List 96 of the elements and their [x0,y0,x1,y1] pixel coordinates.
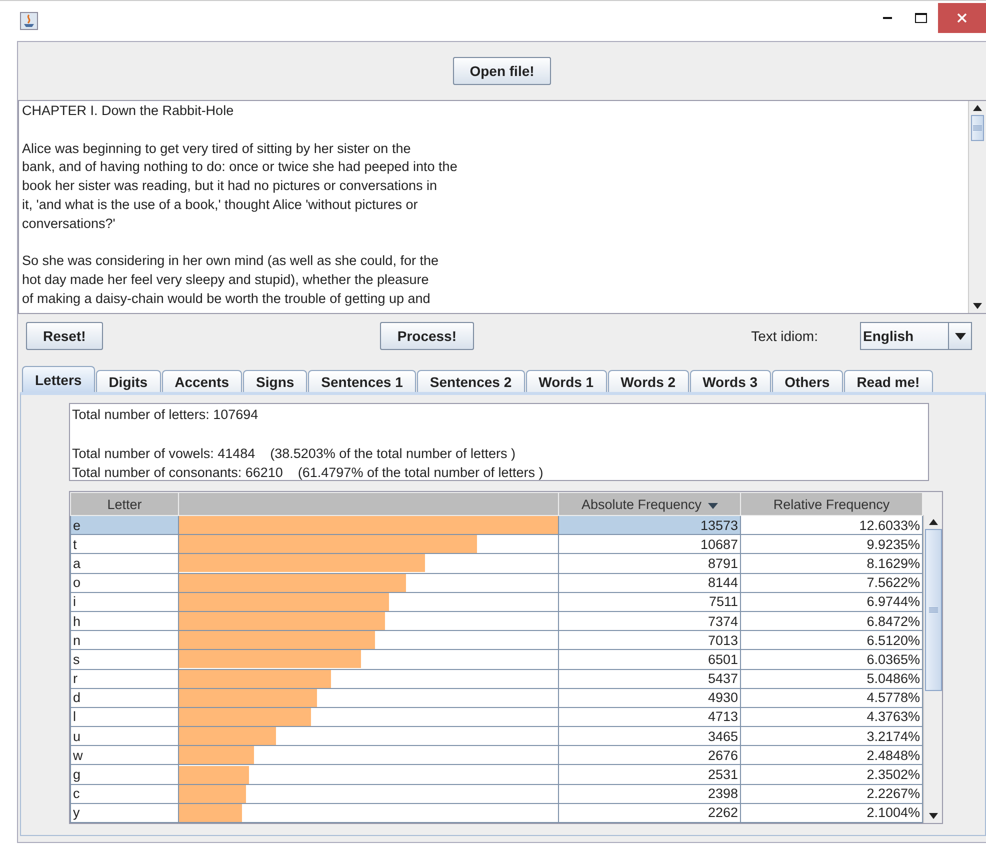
minimize-icon[interactable] [882,17,892,19]
relative-cell: 6.0365% [740,650,922,669]
relative-cell: 6.9744% [740,592,922,612]
relative-cell: 3.2174% [740,726,922,746]
letter-cell: d [70,688,178,708]
letter-cell: i [70,592,178,612]
letter-cell: e [70,516,178,535]
text-line: bank, and of having nothing to do: once or twice she had peeped into the [22,158,458,176]
letter-cell: u [70,726,178,746]
letter-cell: g [70,764,178,784]
absolute-cell: 4930 [558,688,740,708]
tab[interactable]: Digits [96,370,161,392]
close-icon[interactable] [957,13,967,23]
tab[interactable]: Read me! [844,370,933,392]
summary-line: Total number of consonants: 66210 (61.4797% of the total number of letters ) [72,464,544,482]
open-file-button[interactable]: Open file! [452,57,552,85]
absolute-cell: 2398 [558,784,740,804]
letter-cell: c [70,784,178,804]
tab[interactable]: Words 2 [608,370,689,392]
absolute-cell: 2676 [558,746,740,765]
text-line: hot day made her feel very sleepy and stupid), whether the pleasure [22,271,430,290]
relative-cell: 2.4848% [740,746,922,765]
absolute-cell: 13573 [558,516,740,535]
letter-cell: t [70,534,178,554]
caret-icon [954,332,966,340]
tab[interactable]: Signs [243,370,308,392]
letter-cell: r [70,669,178,688]
absolute-cell: 7511 [558,592,740,612]
column-header[interactable]: Letter [70,492,178,516]
letter-cell: l [70,707,178,727]
absolute-cell: 5437 [558,669,740,688]
column-header[interactable]: Relative Frequency [740,492,922,516]
letter-cell: o [70,573,178,592]
text-line: book her sister was reading, but it had no pictures or conversations in [22,177,438,196]
tab[interactable]: Sentences 2 [416,370,525,392]
relative-cell: 5.0486% [740,669,922,688]
column-header[interactable]: Absolute Frequency [558,492,740,516]
absolute-cell: 8144 [558,573,740,592]
letter-cell: n [70,630,178,650]
relative-cell: 4.5778% [740,688,922,708]
relative-cell: 6.5120% [740,630,922,650]
relative-cell: 2.1004% [740,803,922,822]
reset-button[interactable]: Reset! [26,322,103,350]
letter-cell: a [70,554,178,574]
absolute-cell: 4713 [558,707,740,727]
text-line: it, 'and what is the use of a book,' thought Alice 'without pictures or [22,196,419,214]
tab[interactable]: Words 3 [690,370,771,392]
tab[interactable]: Letters [22,366,95,392]
tab[interactable]: Sentences 1 [308,370,416,392]
header-corner [923,492,942,515]
letter-cell: s [70,650,178,669]
idiom-label: Text idiom: [751,328,818,344]
tab[interactable]: Others [772,370,843,392]
absolute-cell: 2531 [558,764,740,784]
absolute-cell: 2262 [558,803,740,822]
scroll-down-icon[interactable] [928,813,938,819]
scroll-down-icon[interactable] [973,303,982,309]
scroll-up-icon[interactable] [928,519,938,525]
absolute-cell: 8791 [558,554,740,574]
relative-cell: 8.1629% [740,554,922,574]
letter-cell: y [70,803,178,822]
absolute-cell: 7013 [558,630,740,650]
scrollbar[interactable] [968,101,986,313]
sort-descending-icon [708,502,718,508]
letter-cell: w [70,746,178,765]
absolute-cell: 10687 [558,534,740,554]
relative-cell: 9.9235% [740,534,922,554]
idiom-dropdown[interactable]: English [860,322,972,350]
text-area[interactable] [18,100,986,314]
app-icon[interactable] [20,12,38,30]
text-line: of making a daisy-chain would be worth the trouble of getting up and [22,290,432,308]
tab[interactable]: Words 1 [526,370,607,392]
text-line: CHAPTER I. Down the Rabbit-Hole [22,102,235,120]
scrollbar[interactable] [923,515,942,823]
letter-cell: h [70,611,178,631]
relative-cell: 2.2267% [740,784,922,804]
summary-line: Total number of vowels: 41484 (38.5203% of the total number of letters ) [72,444,516,463]
text-line: conversations?' [22,214,116,233]
absolute-cell: 7374 [558,611,740,631]
text-line: So she was considering in her own mind (as well as she could, for the [22,252,440,270]
maximize-icon[interactable] [915,13,927,23]
summary-line: Total number of letters: 107694 [72,406,260,424]
text-line: Alice was beginning to get very tired of sitting by her sister on the [22,140,412,158]
process-button[interactable]: Process! [380,322,474,350]
relative-cell: 2.3502% [740,764,922,784]
close-button[interactable] [938,3,986,33]
relative-cell: 6.8472% [740,611,922,631]
scroll-thumb[interactable] [924,529,942,691]
tab[interactable]: Accents [162,370,242,392]
scroll-up-icon[interactable] [973,105,982,111]
relative-cell: 12.6033% [740,516,922,535]
absolute-cell: 6501 [558,650,740,669]
scroll-thumb[interactable] [971,115,984,141]
absolute-cell: 3465 [558,726,740,746]
relative-cell: 4.3763% [740,707,922,727]
relative-cell: 7.5622% [740,573,922,592]
